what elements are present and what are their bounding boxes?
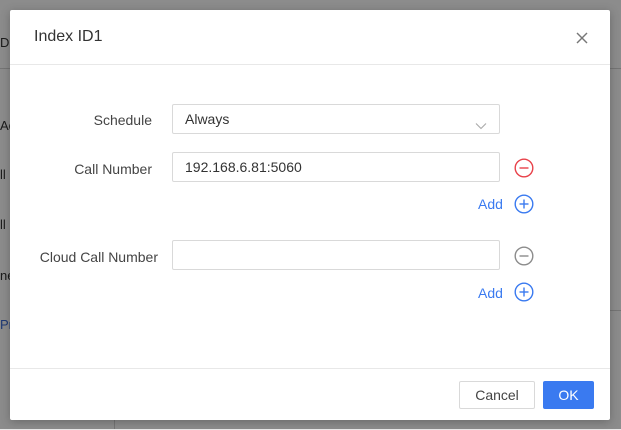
remove-call-number-icon[interactable] — [514, 158, 534, 178]
add-cloud-call-number-icon[interactable] — [514, 282, 534, 302]
schedule-label: Schedule — [93, 112, 152, 128]
dialog-title: Index ID1 — [34, 28, 103, 45]
cloud-call-number-label: Cloud Call Number — [39, 249, 158, 265]
schedule-value: Always — [185, 111, 230, 127]
dialog-footer: Cancel OK — [10, 368, 610, 421]
add-cloud-call-number-link[interactable]: Add — [478, 285, 503, 301]
index-dialog: Index ID1 Schedule Always Call Number Ad… — [10, 10, 610, 420]
ok-button[interactable]: OK — [543, 381, 594, 409]
call-number-label: Call Number — [74, 161, 152, 177]
add-call-number-link[interactable]: Add — [478, 196, 503, 212]
schedule-select[interactable]: Always — [172, 104, 500, 134]
close-icon[interactable] — [572, 28, 592, 48]
dialog-header: Index ID1 — [10, 10, 610, 65]
cancel-button[interactable]: Cancel — [459, 381, 535, 409]
cloud-call-number-input[interactable] — [172, 240, 500, 270]
add-call-number-icon[interactable] — [514, 194, 534, 214]
remove-cloud-call-number-icon[interactable] — [514, 246, 534, 266]
call-number-input[interactable] — [172, 152, 500, 182]
chevron-down-icon — [475, 113, 487, 130]
